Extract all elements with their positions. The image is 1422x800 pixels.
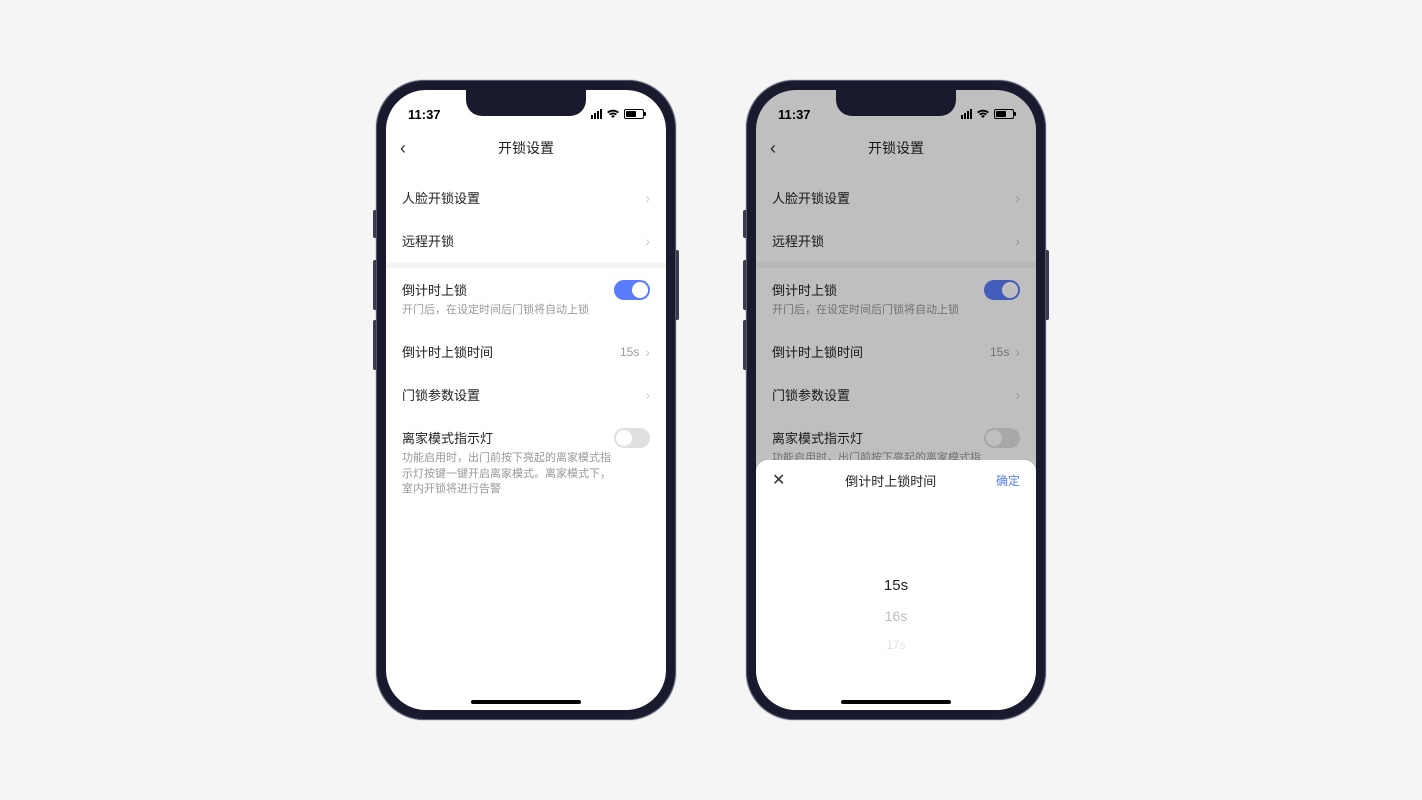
confirm-button[interactable]: 确定 — [996, 472, 1020, 489]
row-face-unlock[interactable]: 人脸开锁设置 › — [386, 176, 666, 219]
phone-frame-left: 11:37 ‹ 开锁设置 人脸开锁设置 › 远程开锁 › — [376, 80, 676, 720]
countdown-lock-toggle[interactable] — [614, 280, 650, 300]
home-indicator[interactable] — [841, 700, 951, 704]
signal-icon — [591, 109, 602, 119]
battery-icon — [624, 109, 644, 119]
row-countdown-lock: 倒计时上锁 开门后，在设定时间后门锁将自动上锁 — [386, 268, 666, 330]
chevron-right-icon: › — [645, 344, 650, 360]
time-picker-sheet: ✕ 倒计时上锁时间 确定 15s 16s 17s — [756, 460, 1036, 710]
chevron-right-icon: › — [645, 387, 650, 403]
phone-frame-right: 11:37 ‹ 开锁设置 人脸开锁设置 › 远程开锁 › — [746, 80, 1046, 720]
row-label: 倒计时上锁 — [402, 280, 614, 299]
wifi-icon — [606, 107, 620, 122]
row-label: 远程开锁 — [402, 231, 645, 250]
row-lock-params[interactable]: 门锁参数设置 › — [386, 373, 666, 416]
sheet-title: 倒计时上锁时间 — [845, 471, 936, 490]
picker-option[interactable]: 17s — [756, 631, 1036, 659]
home-indicator[interactable] — [471, 700, 581, 704]
close-button[interactable]: ✕ — [772, 470, 785, 490]
status-time: 11:37 — [408, 107, 441, 122]
status-icons — [591, 107, 644, 122]
screen-right: 11:37 ‹ 开锁设置 人脸开锁设置 › 远程开锁 › — [756, 90, 1036, 710]
screen-left: 11:37 ‹ 开锁设置 人脸开锁设置 › 远程开锁 › — [386, 90, 666, 710]
chevron-right-icon: › — [645, 190, 650, 206]
notch — [466, 90, 586, 116]
row-sublabel: 功能启用时，出门前按下亮起的离家模式指示灯按键一键开启离家模式。离家模式下，室内… — [402, 451, 614, 497]
picker-option[interactable]: 16s — [756, 601, 1036, 631]
picker-option-selected[interactable]: 15s — [756, 570, 1036, 601]
settings-list: 人脸开锁设置 › 远程开锁 › 倒计时上锁 开门后，在设定时间后门锁将自动上锁 … — [386, 166, 666, 510]
sheet-header: ✕ 倒计时上锁时间 确定 — [756, 460, 1036, 500]
away-mode-toggle[interactable] — [614, 428, 650, 448]
row-remote-unlock[interactable]: 远程开锁 › — [386, 219, 666, 262]
back-button[interactable]: ‹ — [400, 139, 406, 157]
time-picker[interactable]: 15s 16s 17s — [756, 570, 1036, 659]
page-title: 开锁设置 — [498, 138, 554, 158]
row-label: 人脸开锁设置 — [402, 188, 645, 207]
row-value: 15s — [620, 345, 639, 359]
row-label: 离家模式指示灯 — [402, 428, 614, 447]
chevron-right-icon: › — [645, 233, 650, 249]
row-label: 门锁参数设置 — [402, 385, 645, 404]
row-countdown-time[interactable]: 倒计时上锁时间 15s › — [386, 330, 666, 373]
row-sublabel: 开门后，在设定时间后门锁将自动上锁 — [402, 303, 614, 318]
row-away-mode: 离家模式指示灯 功能启用时，出门前按下亮起的离家模式指示灯按键一键开启离家模式。… — [386, 416, 666, 509]
notch — [836, 90, 956, 116]
navbar: ‹ 开锁设置 — [386, 130, 666, 166]
row-label: 倒计时上锁时间 — [402, 342, 620, 361]
